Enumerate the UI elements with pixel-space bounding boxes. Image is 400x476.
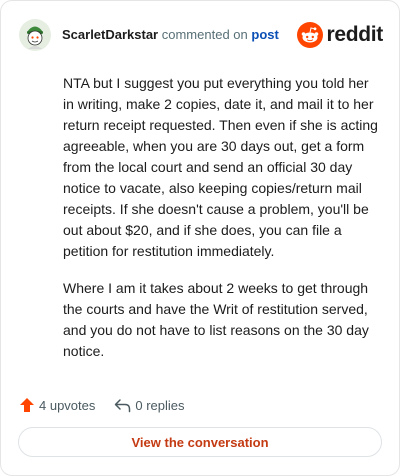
post-link[interactable]: post [251, 27, 278, 42]
reply-count: 0 replies [135, 397, 185, 413]
reply-arrow-icon [115, 398, 131, 412]
reddit-brand-link[interactable]: reddit [297, 22, 383, 48]
action-text: commented on [161, 27, 248, 42]
avatar-image [19, 19, 51, 51]
comment-actions: 4 upvotes 0 replies [19, 395, 185, 415]
comment-paragraph: NTA but I suggest you put everything you… [63, 75, 378, 259]
comment-paragraph: Where I am it takes about 2 weeks to get… [63, 280, 369, 359]
upvote-arrow-icon [20, 398, 34, 412]
embedded-comment-card: ScarletDarkstar commented on post reddit… [0, 0, 400, 476]
view-conversation-button[interactable]: View the conversation [18, 427, 382, 457]
reddit-snoo-icon [297, 22, 324, 48]
reply-button[interactable]: 0 replies [114, 397, 185, 413]
reddit-wordmark: reddit [326, 23, 383, 46]
comment-body: NTA but I suggest you put everything you… [63, 73, 379, 378]
user-avatar[interactable] [19, 19, 51, 51]
comment-meta: ScarletDarkstar commented on post [62, 27, 279, 43]
upvote-button[interactable]: 4 upvotes [19, 397, 95, 413]
username-link[interactable]: ScarletDarkstar [62, 27, 158, 42]
comment-header: ScarletDarkstar commented on post reddit [19, 15, 383, 55]
upvote-count: 4 upvotes [39, 397, 96, 413]
